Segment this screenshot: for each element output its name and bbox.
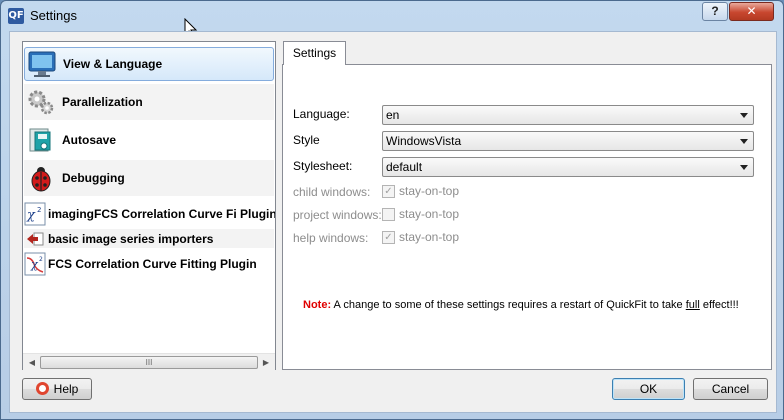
save-document-icon: [24, 123, 58, 157]
chevron-down-icon: [740, 139, 748, 144]
note-text-end: effect!!!: [699, 299, 739, 311]
scroll-left-arrow-icon[interactable]: ◀: [24, 355, 40, 370]
svg-text:2: 2: [37, 206, 41, 214]
note-text: A change to some of these settings requi…: [331, 299, 686, 311]
language-combo-value: en: [386, 108, 400, 122]
checkbox-checked-icon: ✓: [382, 184, 395, 198]
list-item-label: View & Language: [63, 57, 163, 71]
list-item-view-language[interactable]: View & Language: [24, 47, 274, 81]
chevron-down-icon: [740, 113, 748, 118]
stylesheet-label: Stylesheet:: [293, 159, 353, 173]
ok-button[interactable]: OK: [612, 378, 685, 400]
language-label: Language:: [293, 107, 350, 121]
cancel-button[interactable]: Cancel: [693, 378, 768, 400]
titlebar-help-button[interactable]: ?: [702, 2, 728, 21]
list-item-parallelization[interactable]: Parallelization: [24, 84, 274, 120]
list-item-label: basic image series importers: [48, 231, 214, 246]
dialog-client-area: View & Language Parallelization Autosave…: [9, 31, 777, 413]
import-arrow-icon: [24, 228, 46, 250]
help-windows-checkbox[interactable]: ✓ stay-on-top: [382, 230, 459, 244]
stylesheet-combo-value: default: [386, 160, 423, 174]
window-title: Settings: [30, 8, 77, 23]
note-prefix: Note:: [303, 299, 332, 311]
list-item-label: Autosave: [62, 133, 117, 147]
list-item-autosave[interactable]: Autosave: [24, 122, 274, 158]
checkbox-label: stay-on-top: [399, 184, 460, 198]
list-item-imagingfcs-plugin[interactable]: χ 2 imagingFCS Correlation Curve Fi Plug…: [24, 200, 275, 228]
gears-icon: [24, 85, 58, 119]
quickfit-app-icon: QF: [8, 8, 24, 24]
language-combo[interactable]: en: [382, 105, 754, 125]
list-item-label: imagingFCS Correlation Curve Fi Plugin: [48, 207, 275, 221]
svg-text:χ: χ: [26, 208, 36, 223]
restart-note: Note: A change to some of these settings…: [303, 299, 773, 311]
ladybug-icon: [24, 161, 58, 195]
chevron-down-icon: [740, 165, 748, 170]
checkbox-label: stay-on-top: [399, 230, 460, 244]
chi-squared-curve-icon: χ 2: [24, 252, 46, 276]
style-combo-value: WindowsVista: [386, 134, 462, 148]
tab-settings[interactable]: Settings: [283, 41, 346, 65]
list-item-fcs-fitting-plugin[interactable]: χ 2 FCS Correlation Curve Fitting Plugin: [24, 250, 274, 278]
chi-squared-icon: χ 2: [24, 202, 46, 226]
checkbox-checked-icon: ✓: [382, 230, 395, 244]
close-window-button[interactable]: ✕: [729, 2, 774, 21]
list-item-debugging[interactable]: Debugging: [24, 160, 274, 196]
help-windows-label: help windows:: [293, 231, 369, 245]
settings-window: QF Settings ? ✕ View & Language Parallel…: [0, 0, 784, 420]
style-combo[interactable]: WindowsVista: [382, 131, 754, 151]
note-underlined-word: full: [685, 299, 700, 311]
child-windows-label: child windows:: [293, 185, 371, 199]
style-label: Style: [293, 133, 320, 147]
child-windows-checkbox[interactable]: ✓ stay-on-top: [382, 184, 459, 198]
help-button[interactable]: Help: [22, 378, 92, 400]
help-button-label: Help: [53, 382, 79, 396]
svg-text:2: 2: [39, 256, 43, 263]
monitor-icon: [25, 47, 59, 81]
stylesheet-combo[interactable]: default: [382, 157, 754, 177]
title-bar[interactable]: QF Settings ? ✕: [1, 1, 783, 39]
scrollbar-thumb[interactable]: III: [40, 356, 258, 369]
checkbox-unchecked-icon: [382, 207, 395, 221]
settings-panel: Language: en Style WindowsVista Styleshe…: [282, 64, 772, 370]
lifebuoy-icon: [35, 382, 49, 395]
project-windows-label: project windows:: [293, 208, 382, 222]
list-item-label: Parallelization: [62, 95, 143, 109]
plugin-list[interactable]: View & Language Parallelization Autosave…: [22, 41, 276, 370]
plugin-list-viewport: View & Language Parallelization Autosave…: [23, 42, 275, 353]
list-item-label: FCS Correlation Curve Fitting Plugin: [48, 257, 257, 271]
scroll-right-arrow-icon[interactable]: ▶: [258, 355, 274, 370]
list-item-label: Debugging: [62, 171, 125, 185]
project-windows-checkbox[interactable]: stay-on-top: [382, 207, 459, 221]
checkbox-label: stay-on-top: [399, 207, 460, 221]
svg-text:χ: χ: [30, 258, 39, 271]
plugin-list-horizontal-scrollbar[interactable]: ◀ III ▶: [23, 353, 275, 370]
list-item-image-series-importers[interactable]: basic image series importers: [24, 229, 274, 248]
